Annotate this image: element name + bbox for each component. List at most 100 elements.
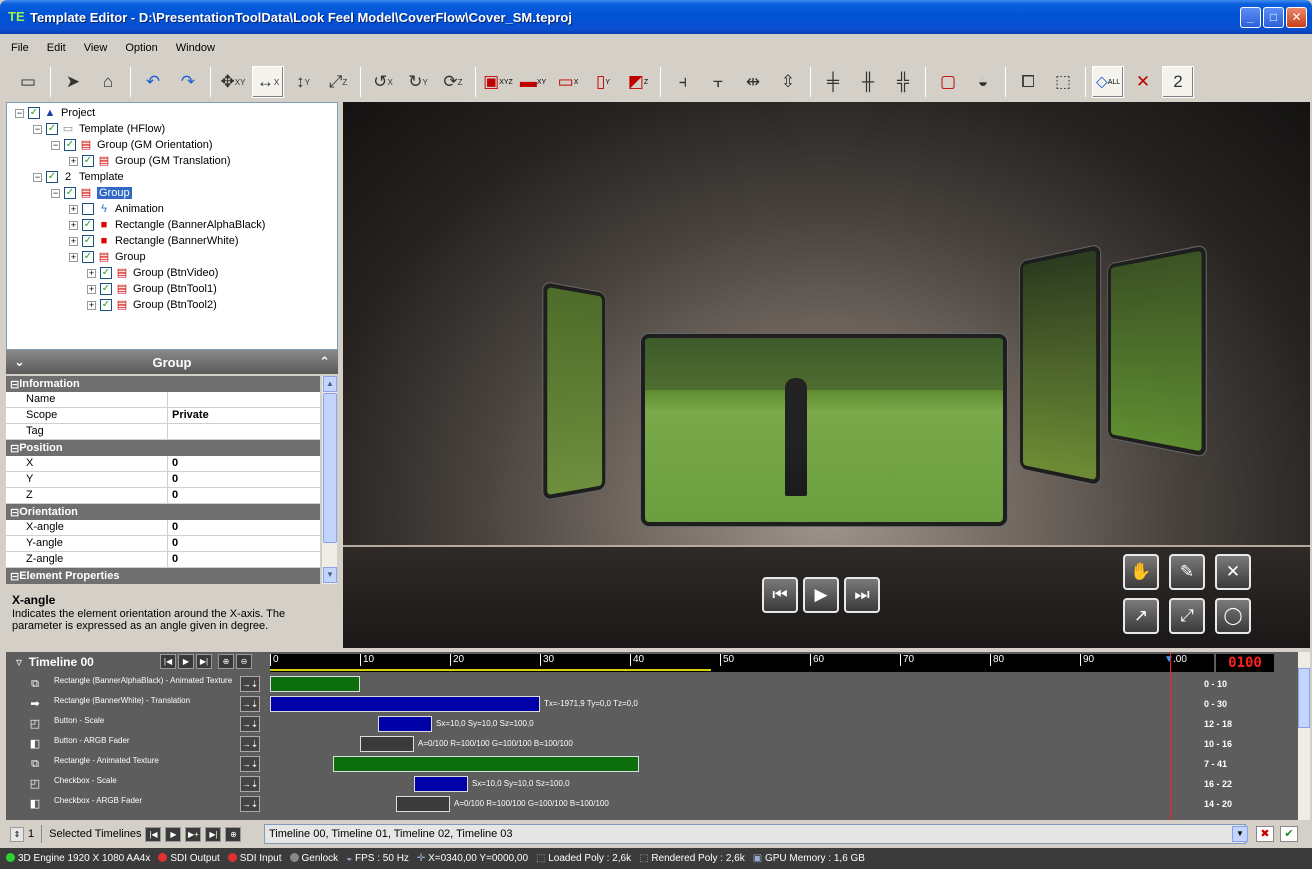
- align-center-icon[interactable]: ⫟: [702, 66, 734, 98]
- property-category[interactable]: ⊟ Orientation: [6, 504, 320, 520]
- timeline-ruler[interactable]: 0 10 20 30 40 50 60 70 80 90.00 ▼: [270, 654, 1214, 672]
- expander-icon[interactable]: +: [87, 300, 96, 310]
- property-value[interactable]: 0: [168, 472, 320, 487]
- timeline-scrollbar[interactable]: [1298, 652, 1310, 820]
- tree-node[interactable]: + ✓ ▤ Group: [7, 249, 337, 265]
- property-category[interactable]: ⊟ Information: [6, 376, 320, 392]
- delete-timeline-icon[interactable]: ✖: [1256, 826, 1274, 842]
- hand-tool-button[interactable]: ✋: [1123, 554, 1159, 590]
- visibility-checkbox[interactable]: ✓: [64, 139, 76, 151]
- resize-tool-button[interactable]: ⤢: [1169, 598, 1205, 634]
- expander-icon[interactable]: +: [87, 284, 96, 294]
- visibility-checkbox[interactable]: ✓: [82, 251, 94, 263]
- expander-icon[interactable]: +: [69, 156, 78, 166]
- spinner-icon[interactable]: ⇕: [10, 826, 24, 842]
- visibility-checkbox[interactable]: ✓: [28, 107, 40, 119]
- tree-node[interactable]: − ✓ 2 Template: [7, 169, 337, 185]
- collapse-icon[interactable]: ⊟: [10, 506, 19, 519]
- play-all-icon[interactable]: ▶: [165, 826, 182, 842]
- property-value[interactable]: Private: [168, 408, 320, 423]
- end-all-icon[interactable]: ▶|: [205, 826, 222, 842]
- cursor-marker-icon[interactable]: ▼: [1164, 654, 1174, 665]
- timeline-track[interactable]: ◰ Button - Scale →⇣ Sx=10,0 Sy=10,0 Sz=100,…: [6, 714, 1298, 734]
- timeline-count[interactable]: 1: [28, 828, 34, 840]
- play-button[interactable]: ▶: [803, 577, 839, 613]
- tree-node[interactable]: + ϟ Animation: [7, 201, 337, 217]
- tree-node[interactable]: − ✓ ▭ Template (HFlow): [7, 121, 337, 137]
- safe-area-icon[interactable]: ▢: [932, 66, 964, 98]
- tree-node[interactable]: − ✓ ▤ Group: [7, 185, 337, 201]
- tree-node[interactable]: + ✓ ▤ Group (BtnTool1): [7, 281, 337, 297]
- timeline-track[interactable]: ◧ Button - ARGB Fader →⇣ A=0/100 R=100/100 …: [6, 734, 1298, 754]
- zoom-out-icon[interactable]: ⊖: [236, 654, 252, 669]
- keyframe-bar[interactable]: [360, 736, 414, 752]
- distribute-vertical-icon[interactable]: ⇳: [772, 66, 804, 98]
- show-all-icon[interactable]: ⬦ ALL: [1092, 66, 1124, 98]
- property-row[interactable]: Y-angle 0: [6, 536, 320, 552]
- expander-icon[interactable]: +: [87, 268, 96, 278]
- visibility-checkbox[interactable]: ✓: [82, 235, 94, 247]
- center-horizontal-icon[interactable]: ╪: [817, 66, 849, 98]
- expander-icon[interactable]: +: [69, 236, 78, 246]
- track-options-icon[interactable]: →⇣: [240, 796, 260, 812]
- move-z-icon[interactable]: ⤢ Z: [322, 66, 354, 98]
- visibility-checkbox[interactable]: ✓: [100, 299, 112, 311]
- maximize-button[interactable]: □: [1263, 6, 1284, 28]
- property-row[interactable]: X0: [6, 456, 320, 472]
- background-image-icon[interactable]: ▭: [12, 66, 44, 98]
- timeline-track[interactable]: ⧉ Rectangle - Animated Texture →⇣ 7 - 41: [6, 754, 1298, 774]
- keyframe-bar[interactable]: [333, 756, 639, 772]
- cube-icon[interactable]: ⬚: [1047, 66, 1079, 98]
- menu-window[interactable]: Window: [169, 40, 222, 60]
- visibility-checkbox[interactable]: ✓: [46, 123, 58, 135]
- end-icon[interactable]: ▶|: [196, 654, 212, 669]
- template-2-icon[interactable]: 2: [1162, 66, 1194, 98]
- menu-edit[interactable]: Edit: [40, 40, 73, 60]
- scale-z-icon[interactable]: ◩ Z: [622, 66, 654, 98]
- menu-view[interactable]: View: [77, 40, 115, 60]
- visibility-checkbox[interactable]: ✓: [82, 219, 94, 231]
- property-grid[interactable]: ⊟ Information Name Scope Private Tag ⊟ Positi…: [6, 376, 320, 584]
- redo-icon[interactable]: ↷: [172, 66, 204, 98]
- selected-timelines-field[interactable]: Timeline 00, Timeline 01, Timeline 02, T…: [264, 824, 1246, 844]
- expander-icon[interactable]: +: [69, 220, 78, 230]
- keyframe-bar[interactable]: [378, 716, 432, 732]
- tree-node[interactable]: + ✓ ▤ Group (GM Translation): [7, 153, 337, 169]
- project-tree[interactable]: − ✓ ▲ Project − ✓ ▭ Template (HFlow) − ✓ ▤ Group (G…: [6, 102, 338, 350]
- property-category[interactable]: ⊟ Position: [6, 440, 320, 456]
- expander-icon[interactable]: −: [15, 108, 24, 118]
- property-value[interactable]: [168, 424, 320, 439]
- circle-tool-button[interactable]: ◯: [1215, 598, 1251, 634]
- timeline-track[interactable]: ⧉ Rectangle (BannerAlphaBlack) - Animated…: [6, 674, 1298, 694]
- undo-icon[interactable]: ↶: [137, 66, 169, 98]
- expander-icon[interactable]: +: [69, 204, 78, 214]
- property-value[interactable]: 0: [168, 520, 320, 535]
- property-row[interactable]: Tag: [6, 424, 320, 440]
- scroll-down-icon[interactable]: ▼: [323, 567, 337, 583]
- scale-xyz-icon[interactable]: ▣ XYZ: [482, 66, 514, 98]
- keyframe-bar[interactable]: [270, 696, 540, 712]
- center-both-icon[interactable]: ╬: [887, 66, 919, 98]
- keyframe-bar[interactable]: [270, 676, 360, 692]
- expander-icon[interactable]: −: [33, 172, 42, 182]
- center-vertical-icon[interactable]: ╫: [852, 66, 884, 98]
- zoom-in-icon[interactable]: ⊕: [218, 654, 234, 669]
- close-button[interactable]: ✕: [1286, 6, 1307, 28]
- track-options-icon[interactable]: →⇣: [240, 756, 260, 772]
- scroll-up-icon[interactable]: ▲: [323, 376, 337, 392]
- track-options-icon[interactable]: →⇣: [240, 696, 260, 712]
- speedometer-icon[interactable]: ◒: [967, 66, 999, 98]
- track-options-icon[interactable]: →⇣: [240, 716, 260, 732]
- collapse-icon[interactable]: ⊟: [10, 442, 19, 455]
- minimize-button[interactable]: _: [1240, 6, 1261, 28]
- property-row[interactable]: Name: [6, 392, 320, 408]
- move-xy-icon[interactable]: ✥ XY: [217, 66, 249, 98]
- property-category[interactable]: ⊟ Element Properties: [6, 568, 320, 584]
- track-options-icon[interactable]: →⇣: [240, 676, 260, 692]
- collapse-icon[interactable]: ⌄: [14, 354, 25, 370]
- rotate-x-icon[interactable]: ↺ X: [367, 66, 399, 98]
- visibility-checkbox[interactable]: ✓: [46, 171, 58, 183]
- next-button[interactable]: ⏭: [844, 577, 880, 613]
- tree-node[interactable]: − ✓ ▲ Project: [7, 105, 337, 121]
- apply-timeline-icon[interactable]: ✔: [1280, 826, 1298, 842]
